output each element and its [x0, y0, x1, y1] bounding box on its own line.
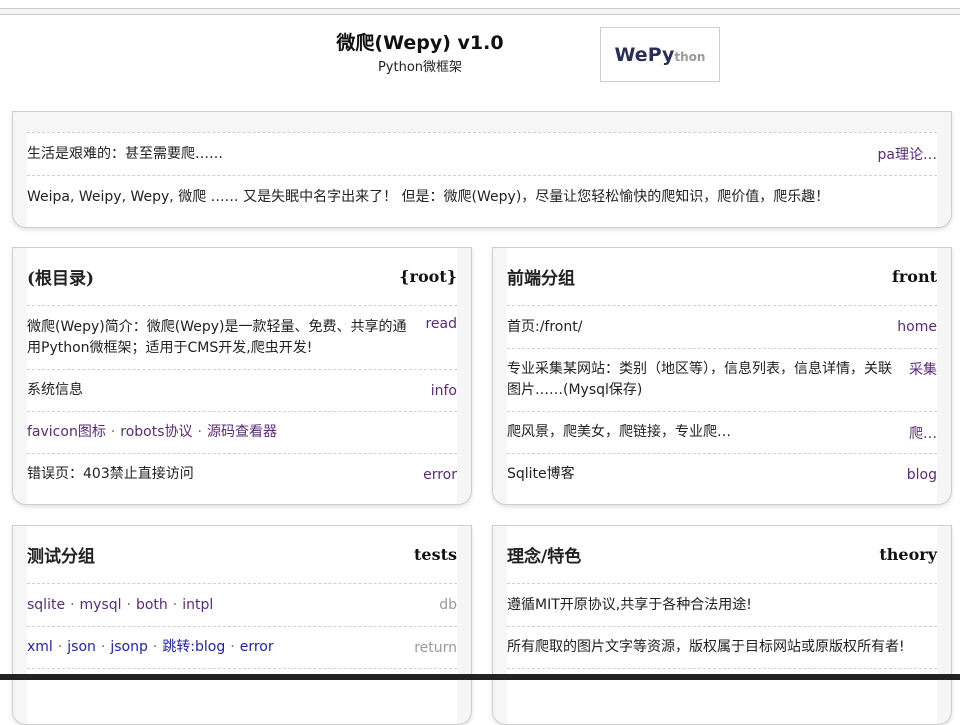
theory-panel-header: 理念/特色 theory	[507, 526, 937, 584]
separator-dot: ·	[126, 596, 131, 613]
separator-dot: ·	[100, 639, 106, 655]
root-panel-title: (根目录)	[27, 269, 95, 289]
front-row-collect: 专业采集某网站：类别（地区等），信息列表，信息详情，关联图片……(Mysql保存…	[507, 348, 937, 411]
separator-dot: ·	[197, 424, 202, 440]
intro-row-motto: 生活是艰难的：甚至需要爬…… pa理论…	[27, 132, 937, 175]
license-text: 遵循MIT开原协议,共享于各种合法用途!	[507, 596, 752, 613]
robots-link[interactable]: robots协议	[120, 424, 192, 440]
intro-panel: 生活是艰难的：甚至需要爬…… pa理论… Weipa, Weipy, Wepy,…	[12, 111, 952, 228]
site-title: 微爬(Wepy) v1.0	[336, 32, 504, 54]
db-label: db	[439, 597, 457, 613]
tests-row-db: sqlite · mysql · both · intpl db	[27, 584, 457, 626]
blog-link[interactable]: blog	[899, 467, 937, 483]
bottom-scroll-edge	[0, 674, 960, 680]
read-link[interactable]: read	[417, 306, 457, 332]
tests-panel-header: 测试分组 tests	[27, 526, 457, 584]
theory-panel: 理念/特色 theory 遵循MIT开原协议,共享于各种合法用途! 所有爬取的图…	[492, 525, 952, 725]
header: 微爬(Wepy) v1.0 Python微框架 WePy thon	[0, 14, 960, 110]
root-panel-key: {root}	[399, 267, 457, 286]
copyright-text: 所有爬取的图片文字等资源，版权属于目标网站或原版权所有者!	[507, 639, 905, 655]
root-panel: (根目录) {root} 微爬(Wepy)简介：微爬(Wepy)是一款轻量、免费…	[12, 247, 472, 505]
collect-description-text: 专业采集某网站：类别（地区等），信息列表，信息详情，关联图片……(Mysql保存…	[507, 361, 892, 398]
sqlite-blog-text: Sqlite博客	[507, 466, 575, 482]
theory-row-copyright: 所有爬取的图片文字等资源，版权属于目标网站或原版权所有者!	[507, 626, 937, 668]
separator-dot: ·	[110, 424, 116, 440]
root-panel-header: (根目录) {root}	[27, 248, 457, 306]
error-test-link[interactable]: error	[240, 639, 274, 655]
separator-dot: ·	[152, 639, 158, 655]
intro-row-description: Weipa, Weipy, Wepy, 微爬 …… 又是失眠中名字出来了！ 但是…	[27, 175, 937, 218]
theory-panel-key: theory	[879, 545, 937, 564]
intpl-link[interactable]: intpl	[182, 597, 213, 613]
root-intro-text: 微爬(Wepy)简介：微爬(Wepy)是一款轻量、免费、共享的通用Python微…	[27, 318, 407, 356]
root-row-error: 错误页：403禁止直接访问 error	[27, 453, 457, 495]
wepython-logo[interactable]: WePy thon	[600, 27, 720, 82]
crawl-link[interactable]: 爬…	[901, 423, 937, 443]
redirect-blog-link[interactable]: 跳转:blog	[162, 639, 225, 655]
front-panel-header: 前端分组 front	[507, 248, 937, 306]
source-viewer-link[interactable]: 源码查看器	[207, 424, 277, 440]
home-link[interactable]: home	[889, 319, 937, 335]
separator-dot: ·	[230, 639, 235, 655]
front-panel: 前端分组 front 首页:/front/ home 专业采集某网站：类别（地区…	[492, 247, 952, 505]
json-link[interactable]: json	[67, 639, 96, 655]
root-row-intro: 微爬(Wepy)简介：微爬(Wepy)是一款轻量、免费、共享的通用Python微…	[27, 306, 457, 369]
tests-row-return: xml · json · jsonp · 跳转:blog · error return	[27, 626, 457, 668]
separator-dot: ·	[172, 596, 178, 613]
root-row-tools: favicon图标 · robots协议 · 源码查看器	[27, 411, 457, 453]
error-page-text: 错误页：403禁止直接访问	[27, 466, 194, 482]
error-link[interactable]: error	[415, 467, 457, 483]
separator-dot: ·	[70, 596, 75, 613]
sqlite-link[interactable]: sqlite	[27, 597, 65, 613]
front-row-home: 首页:/front/ home	[507, 306, 937, 348]
root-row-info: 系统信息 info	[27, 369, 457, 411]
theory-row-license: 遵循MIT开原协议,共享于各种合法用途!	[507, 584, 937, 626]
intro-motto-text: 生活是艰难的：甚至需要爬……	[27, 145, 223, 162]
mysql-link[interactable]: mysql	[80, 597, 122, 613]
return-label: return	[414, 639, 457, 656]
front-panel-title: 前端分组	[507, 269, 575, 289]
jsonp-link[interactable]: jsonp	[110, 639, 148, 655]
tests-panel-key: tests	[414, 545, 457, 564]
front-row-crawl: 爬风景，爬美女，爬链接，专业爬… 爬…	[507, 411, 937, 453]
pa-theory-link[interactable]: pa理论…	[870, 144, 937, 164]
theory-panel-title: 理念/特色	[507, 547, 582, 567]
info-link[interactable]: info	[423, 383, 457, 399]
crawl-description-text: 爬风景，爬美女，爬链接，专业爬…	[507, 424, 731, 440]
intro-description-text: Weipa, Weipy, Wepy, 微爬 …… 又是失眠中名字出来了！ 但是…	[27, 188, 830, 205]
front-home-text: 首页:/front/	[507, 318, 583, 335]
site-subtitle: Python微框架	[377, 60, 463, 75]
logo-text-suffix: thon	[674, 50, 706, 64]
front-row-blog: Sqlite博客 blog	[507, 453, 937, 495]
logo-text-main: WePy	[614, 43, 675, 66]
system-info-text: 系统信息	[27, 382, 83, 398]
separator-dot: ·	[57, 639, 63, 655]
favicon-link[interactable]: favicon图标	[27, 424, 106, 440]
xml-link[interactable]: xml	[27, 639, 53, 655]
collect-link[interactable]: 采集	[901, 349, 937, 379]
tests-panel: 测试分组 tests sqlite · mysql · both · intpl db xm…	[12, 525, 472, 725]
tests-panel-title: 测试分组	[27, 547, 95, 567]
both-link[interactable]: both	[136, 597, 168, 613]
front-panel-key: front	[891, 267, 937, 286]
